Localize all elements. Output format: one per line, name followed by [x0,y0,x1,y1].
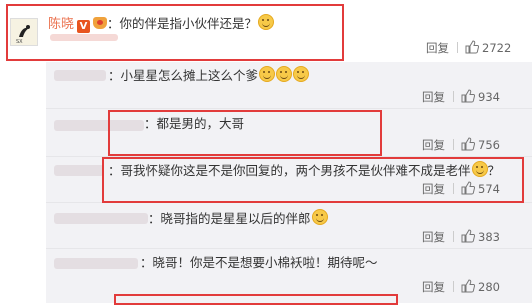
cat-emoji-icon [276,66,293,82]
reply-button[interactable]: 回复 [422,230,445,244]
comment-actions: 回复 2722 [426,40,511,56]
like-count: 280 [478,280,500,294]
blurred-username [54,120,144,131]
like-count: 756 [478,138,500,152]
reply-line: ：晓哥！你是不是想要小棉袄啦！期待呢～ [140,254,378,272]
reply-text: ：哥我怀疑你这是不是你回复的，两个男孩不是伙伴难不成是老伴 [108,163,471,178]
thumbs-up-icon[interactable] [465,40,479,54]
cat-emoji-icon [293,66,310,82]
reply-text-tail: ？ [487,163,501,178]
reply-button[interactable]: 回复 [426,41,449,55]
reply-actions: 回复 280 [422,279,500,295]
thumbs-up-icon[interactable] [461,181,475,195]
like-count: 2722 [482,41,512,55]
action-divider [457,42,458,53]
avatar-image: SX [11,19,37,45]
action-divider [453,183,454,194]
reply-line: ：都是男的，大哥 [144,115,244,133]
reply-button[interactable]: 回复 [422,90,445,104]
action-divider [453,281,454,292]
grinning-emoji-icon [311,209,328,225]
reply-list: ：小星星怎么摊上这么个爹 回复 934 ：都是男的，大哥 回复 756 ：哥我怀疑你… [46,62,532,303]
like-count: 574 [478,182,500,196]
reply-text: ：晓哥指的是星星以后的伴郎 [148,211,311,226]
blurred-username [54,258,138,269]
like-count: 934 [478,90,500,104]
comment-text: ：你的伴是指小伙伴还是？ [107,16,258,31]
action-divider [453,139,454,150]
username[interactable]: 陈晓 [48,17,74,32]
reply-text: ：小星星怎么摊上这么个爹 [108,68,259,83]
reply-actions: 回复 934 [422,89,500,105]
blurred-username [54,70,106,81]
reply-line: ：小星星怎么摊上这么个爹 [108,66,310,85]
like-count: 383 [478,230,500,244]
reply-text: ：晓哥！你是不是想要小棉袄啦！期待呢～ [140,255,378,270]
reply-actions: 回复 383 [422,229,500,245]
reply-item: ：小星星怎么摊上这么个爹 回复 934 [46,62,532,108]
thumbs-up-icon[interactable] [461,279,475,293]
thumbs-up-icon[interactable] [461,89,475,103]
reply-actions: 回复 756 [422,137,500,153]
blurred-username [54,165,104,176]
reply-item: ：晓哥！你是不是想要小棉袄啦！期待呢～ 回复 280 [46,249,532,303]
vip-badge: V [77,20,91,33]
thumbs-up-icon[interactable] [461,229,475,243]
avatar[interactable]: SX [10,18,38,46]
reply-item: ：晓哥指的是星星以后的伴郎 回复 383 [46,203,532,248]
cat-emoji-icon [259,66,276,82]
blurred-username [54,213,148,224]
reply-item: ：哥我怀疑你这是不是你回复的，两个男孩不是伙伴难不成是老伴 ？ 回复 574 [46,157,532,202]
svg-text:SX: SX [16,39,23,45]
action-divider [453,91,454,102]
reply-text: ：都是男的，大哥 [144,116,245,131]
reply-button[interactable]: 回复 [422,182,445,196]
blurred-region [50,34,118,41]
laughing-emoji-icon [471,161,488,177]
reply-item: ：都是男的，大哥 回复 756 [46,109,532,156]
reply-button[interactable]: 回复 [422,138,445,152]
action-divider [453,231,454,242]
reply-line: ：晓哥指的是星星以后的伴郎 [148,209,328,228]
fan-badge-icon [93,17,108,29]
reply-actions: 回复 574 [422,181,500,197]
top-comment: SX 陈晓 V ：你的伴是指小伙伴还是？ 回复 2722 [0,0,532,62]
reply-button[interactable]: 回复 [422,280,445,294]
thumbs-up-icon[interactable] [461,137,475,151]
smiley-emoji-icon [258,14,275,30]
top-comment-line: 陈晓 V ：你的伴是指小伙伴还是？ [48,14,275,35]
reply-line: ：哥我怀疑你这是不是你回复的，两个男孩不是伙伴难不成是老伴 ？ [108,161,500,180]
